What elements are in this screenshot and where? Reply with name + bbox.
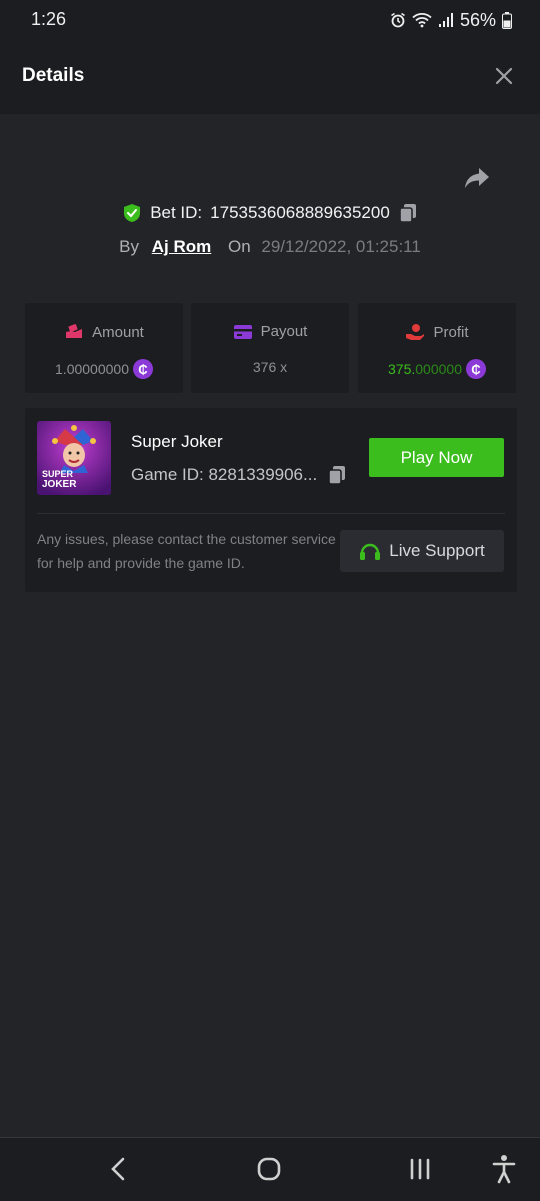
back-icon[interactable] <box>108 1156 128 1182</box>
recents-icon[interactable] <box>408 1156 432 1182</box>
play-now-button[interactable]: Play Now <box>369 438 504 477</box>
home-icon[interactable] <box>256 1156 282 1182</box>
live-support-button[interactable]: Live Support <box>340 530 504 572</box>
payout-card: Payout 376 x <box>191 303 349 393</box>
divider <box>37 513 505 514</box>
thumb-title-line2: JOKER <box>42 479 77 490</box>
profit-hand-icon <box>406 324 425 340</box>
close-icon[interactable] <box>494 66 514 86</box>
status-icons: 56% <box>390 9 512 31</box>
payout-label: Payout <box>260 323 308 340</box>
signal-icon <box>438 13 453 27</box>
game-id-row: Game ID: 8281339906... <box>131 465 347 485</box>
support-note: Any issues, please contact the customer … <box>37 531 336 571</box>
share-icon[interactable] <box>464 166 490 190</box>
battery-icon <box>502 11 512 29</box>
game-card: SUPER JOKER Super Joker Game ID: 8281339… <box>25 408 517 592</box>
battery-percent: 56% <box>459 9 496 30</box>
shield-check-icon <box>124 204 141 222</box>
copy-icon[interactable] <box>398 203 418 223</box>
game-id: Game ID: 8281339906... <box>131 465 318 484</box>
amount-card: Amount 1.00000000 ₵ <box>25 303 183 393</box>
page-title: Details <box>22 65 85 86</box>
thumb-title-line1: SUPER <box>42 469 74 479</box>
on-label: On <box>227 237 251 256</box>
profit-card: Profit 375.000000 ₵ <box>358 303 516 393</box>
profit-value: 375.000000 <box>388 361 462 377</box>
amount-label: Amount <box>92 323 144 341</box>
wifi-icon <box>412 13 432 28</box>
bet-id-label: Bet ID: <box>150 203 203 222</box>
bet-id-line: Bet ID: 1753536068889635200 <box>0 203 540 228</box>
profit-value-bright: 375. <box>388 361 416 377</box>
game-name: Super Joker <box>131 432 223 451</box>
profit-value-dim: 000000 <box>415 361 462 377</box>
user-link[interactable]: Aj Rom <box>152 237 212 256</box>
amount-value: 1.00000000 <box>55 361 129 377</box>
profit-label: Profit <box>433 323 469 341</box>
details-header: Details <box>0 38 540 114</box>
by-label: By <box>119 237 139 256</box>
status-bar: 1:26 56% <box>0 0 540 38</box>
payout-value: 376 x <box>252 359 288 375</box>
status-time: 1:26 <box>31 9 67 29</box>
coin-icon: ₵ <box>465 359 486 379</box>
game-thumbnail[interactable]: SUPER JOKER <box>37 421 111 495</box>
amount-icon <box>66 324 83 338</box>
bet-datetime: 29/12/2022, 01:25:11 <box>261 237 421 256</box>
bet-author-line: By Aj Rom On 29/12/2022, 01:25:11 <box>0 237 540 257</box>
copy-icon[interactable] <box>327 465 347 485</box>
payout-card-icon <box>233 324 252 339</box>
alarm-icon <box>391 12 405 28</box>
live-support-label: Live Support <box>389 541 485 560</box>
headset-icon <box>360 543 381 560</box>
bet-id-value: 1753536068889635200 <box>210 203 390 222</box>
coin-icon: ₵ <box>132 359 153 379</box>
accessibility-icon[interactable] <box>492 1154 516 1184</box>
system-nav-bar <box>0 1137 540 1201</box>
